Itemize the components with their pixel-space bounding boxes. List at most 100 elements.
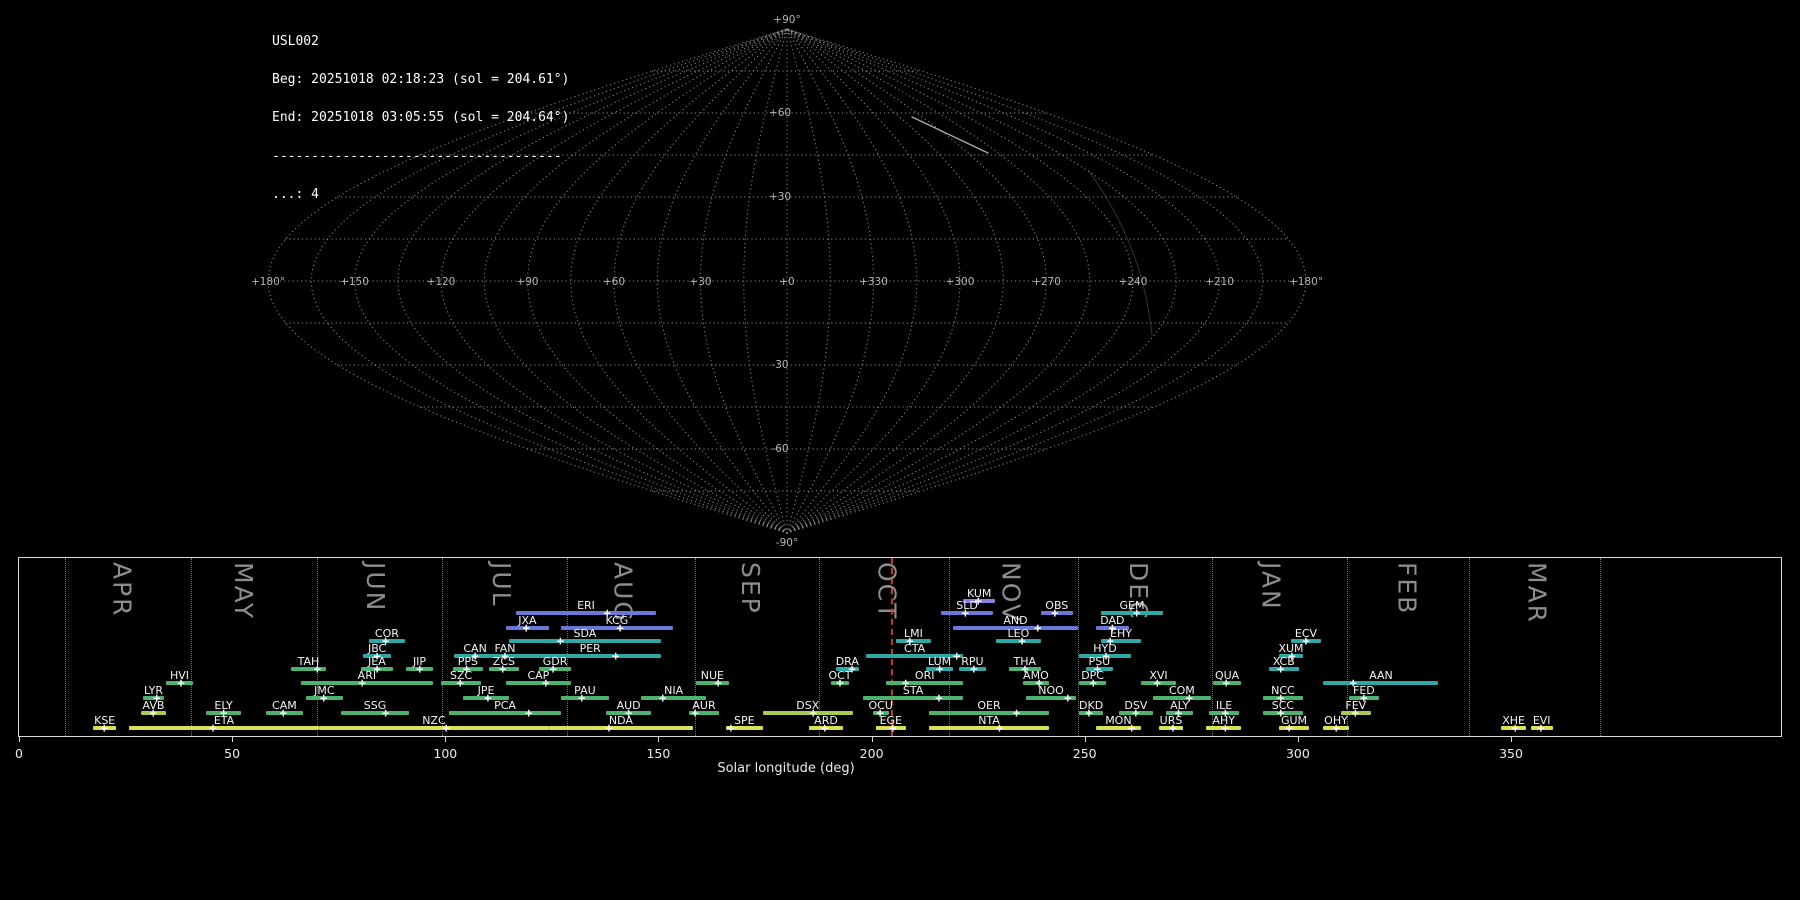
- shower-peak-marker-LEO: +: [1018, 634, 1026, 648]
- shower-peak-marker-EVI: +: [1537, 721, 1545, 735]
- sky-longitude-label: +150: [340, 276, 369, 288]
- sky-latitude-label: +60: [769, 107, 791, 119]
- shower-code-NIA: NIA: [664, 684, 684, 697]
- month-boundary-line: [1212, 558, 1214, 736]
- month-label-mar: MAR: [1522, 562, 1552, 625]
- x-axis-title: Solar longitude (deg): [717, 761, 855, 776]
- shower-code-SPE: SPE: [734, 714, 755, 727]
- meteor-count: ...: 4: [272, 187, 319, 203]
- x-axis-tick-label: 250: [1072, 746, 1097, 761]
- month-boundary-line: [567, 558, 569, 736]
- shower-peak-marker-NOO: +: [1064, 691, 1072, 705]
- shower-code-ORI: ORI: [914, 669, 935, 682]
- x-axis-tick: [19, 737, 20, 742]
- x-axis-tick: [232, 737, 234, 742]
- shower-peak-marker-OHY: +: [1332, 721, 1340, 735]
- shower-peak-marker-GEM: +: [1133, 606, 1141, 620]
- sky-latitude-label: -30: [771, 359, 788, 371]
- shower-peak-marker-SZC: +: [456, 676, 464, 690]
- shower-peak-marker-NDA: +: [605, 721, 613, 735]
- shower-peak-marker-RPU: +: [970, 662, 978, 676]
- begin-time: Beg: 20251018 02:18:23 (sol = 204.61°): [272, 71, 570, 87]
- shower-peak-marker-GUM: +: [1285, 721, 1293, 735]
- month-label-apr: APR: [107, 562, 137, 618]
- sky-longitude-label: +30: [689, 276, 711, 288]
- x-axis-tick-label: 100: [433, 746, 458, 761]
- shower-code-AAN: AAN: [1369, 669, 1393, 682]
- shower-peak-marker-CAP: +: [542, 676, 550, 690]
- month-label-oct: OCT: [872, 562, 902, 621]
- shower-code-AND: AND: [1003, 614, 1028, 627]
- sky-latitude-label: -90°: [776, 537, 798, 549]
- shower-peak-marker-AND: +: [1034, 621, 1042, 635]
- shower-peak-marker-AHY: +: [1221, 721, 1230, 735]
- shower-peak-marker-ARI: +: [358, 676, 366, 690]
- shower-peak-marker-JPE: +: [484, 691, 492, 705]
- shower-peak-marker-HVI: +: [177, 676, 185, 690]
- sky-longitude-label: +210: [1205, 276, 1234, 288]
- month-label-jun: JUN: [361, 562, 391, 613]
- sky-longitude-label: +330: [859, 276, 888, 288]
- meteor-trail: [911, 116, 989, 154]
- shower-code-SDA: SDA: [573, 627, 597, 640]
- sky-longitude-label: +300: [946, 276, 975, 288]
- shower-peak-marker-CAM: +: [279, 706, 287, 720]
- shower-peak-marker-ZCS: +: [499, 662, 507, 676]
- shower-peak-marker-DPC: +: [1089, 676, 1097, 690]
- month-label-may: MAY: [228, 562, 258, 621]
- x-axis-tick-label: 0: [15, 746, 23, 761]
- shower-peak-marker-PER: +: [612, 649, 620, 663]
- sky-longitude-label: +180°: [1289, 276, 1323, 288]
- shower-code-PER: PER: [579, 642, 601, 655]
- shower-peak-marker-JIP: +: [416, 662, 424, 676]
- sky-projection-map: +180° +150 +120 +90 +60 +30 +0 +330 +300 +270 +240…: [251, 14, 1323, 549]
- shower-peak-marker-EGE: +: [889, 721, 897, 735]
- shower-peak-marker-NTA: +: [995, 721, 1004, 735]
- shower-peak-marker-MON: +: [1127, 721, 1136, 735]
- sky-longitude-label: +60: [603, 276, 625, 288]
- month-boundary-line: [1468, 558, 1470, 736]
- shower-peak-marker-NZC: +: [442, 721, 450, 735]
- shower-peak-marker-FEV: +: [1351, 706, 1360, 720]
- month-label-sep: SEP: [736, 562, 766, 615]
- shower-peak-marker-TAH: +: [313, 662, 322, 676]
- shower-peak-marker-KSE: +: [100, 721, 108, 735]
- shower-peak-marker-SLD: +: [961, 606, 970, 620]
- meteor-radiant-app: { "info": { "station": "USL002", "beg": …: [0, 0, 1800, 900]
- month-boundary-line: [441, 558, 443, 736]
- shower-peak-marker-AVB: +: [149, 706, 157, 720]
- sky-latitude-label: +30: [769, 191, 791, 203]
- shower-peak-marker-AUR: +: [691, 706, 699, 720]
- x-axis-tick: [445, 737, 447, 742]
- shower-code-OER: OER: [977, 699, 1001, 712]
- shower-peak-marker-GDR: +: [549, 662, 557, 676]
- shower-peak-marker-OBS: +: [1051, 606, 1059, 620]
- x-axis-tick-label: 350: [1499, 746, 1523, 761]
- sky-longitude-label: +0: [779, 276, 794, 288]
- shower-peak-marker-PAU: +: [578, 691, 586, 705]
- month-boundary-line: [317, 558, 319, 736]
- shower-peak-marker-PCA: +: [525, 706, 533, 720]
- shower-peak-marker-CTA: +: [953, 649, 961, 663]
- shower-peak-marker-QUA: +: [1222, 676, 1230, 690]
- shower-code-ERI: ERI: [577, 599, 595, 612]
- x-axis-tick: [658, 737, 660, 742]
- month-boundary-line: [1599, 558, 1601, 736]
- shower-peak-marker-OER: +: [1012, 706, 1021, 720]
- x-axis-tick: [1297, 737, 1299, 742]
- shower-code-STA: STA: [902, 684, 924, 697]
- shower-peak-marker-ETA: +: [209, 721, 217, 735]
- shower-peak-marker-XCB: +: [1277, 662, 1285, 676]
- shower-peak-marker-OCT: +: [836, 676, 844, 690]
- sky-longitude-label: +120: [427, 276, 456, 288]
- shower-peak-marker-KCG: +: [616, 621, 624, 635]
- shower-peak-marker-SSG: +: [381, 706, 390, 720]
- shower-peak-marker-NUE: +: [714, 676, 722, 690]
- shower-peak-marker-XVI: +: [1153, 676, 1161, 690]
- x-axis-tick: [1084, 737, 1086, 742]
- shower-peak-marker-JMC: +: [320, 691, 328, 705]
- shower-peak-marker-SDA: +: [556, 634, 565, 648]
- month-boundary-line: [190, 558, 192, 736]
- shower-peak-marker-DSV: +: [1132, 706, 1140, 720]
- shower-peak-marker-SPE: +: [727, 721, 735, 735]
